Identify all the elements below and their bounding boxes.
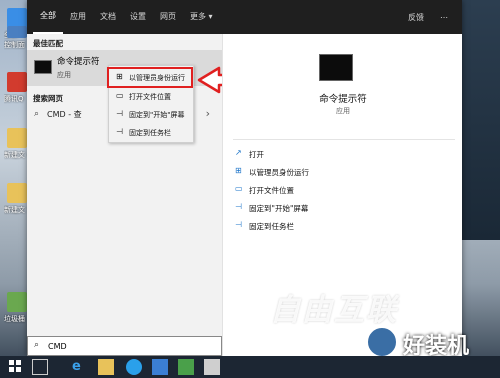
preview-title: 命令提示符 xyxy=(319,94,367,105)
preview-subtitle: 应用 xyxy=(336,107,350,115)
app-icon xyxy=(7,8,27,28)
desktop-right-strip xyxy=(462,0,500,240)
ctx-pin-to-taskbar[interactable]: ⊣ 固定到任务栏 xyxy=(109,124,195,141)
search-top-bar: 全部 应用 文档 设置 网页 更多 ▾ 反馈 ⋯ xyxy=(27,0,462,34)
highlight-box xyxy=(107,67,193,88)
search-input[interactable] xyxy=(48,340,208,353)
tab-more[interactable]: 更多 ▾ xyxy=(183,0,220,34)
search-box[interactable]: ⌕ xyxy=(27,336,222,356)
ctx-open-file-location[interactable]: ▭ 打开文件位置 xyxy=(109,88,195,105)
app-icon[interactable] xyxy=(178,359,194,375)
taskbar: e xyxy=(0,356,500,378)
browser-icon[interactable] xyxy=(126,359,142,375)
app-icon[interactable] xyxy=(204,359,220,375)
tab-web[interactable]: 网页 xyxy=(153,0,183,34)
search-icon: ⌕ xyxy=(34,109,40,119)
more-options-icon[interactable]: ⋯ xyxy=(432,13,456,22)
pin-icon: ⊣ xyxy=(235,220,242,229)
pin-icon: ⊣ xyxy=(235,202,242,211)
shield-icon: ⊞ xyxy=(235,166,242,175)
cmd-icon xyxy=(34,60,52,74)
folder-icon: ▭ xyxy=(235,184,243,193)
chevron-right-icon[interactable]: › xyxy=(206,107,210,120)
feedback-button[interactable]: 反馈 xyxy=(400,12,432,23)
app-icon[interactable] xyxy=(152,359,168,375)
tab-apps[interactable]: 应用 xyxy=(63,0,93,34)
folder-icon xyxy=(7,183,27,203)
trash-icon xyxy=(7,292,27,312)
pin-icon: ⊣ xyxy=(116,127,123,136)
file-explorer-icon[interactable] xyxy=(98,359,114,375)
control-panel-icon xyxy=(7,26,27,38)
search-icon: ⌕ xyxy=(34,340,40,350)
best-match-subtitle: 应用 xyxy=(57,71,71,79)
divider xyxy=(233,139,455,140)
tab-documents[interactable]: 文档 xyxy=(93,0,123,34)
folder-icon: ▭ xyxy=(116,91,124,100)
pin-icon: ⊣ xyxy=(116,109,123,118)
watermark-circle-icon xyxy=(365,325,399,359)
edge-icon[interactable]: e xyxy=(72,359,88,375)
start-button[interactable] xyxy=(8,359,24,375)
best-match-title: 命令提示符 xyxy=(57,57,100,67)
cmd-large-icon xyxy=(319,54,353,81)
qq-icon xyxy=(7,72,27,92)
task-view-icon[interactable] xyxy=(32,359,48,375)
ctx-pin-to-start[interactable]: ⊣ 固定到"开始"屏幕 xyxy=(109,106,195,123)
folder-icon xyxy=(7,128,27,148)
tab-settings[interactable]: 设置 xyxy=(123,0,153,34)
tab-all[interactable]: 全部 xyxy=(33,0,63,34)
open-icon: ↗ xyxy=(235,148,242,157)
